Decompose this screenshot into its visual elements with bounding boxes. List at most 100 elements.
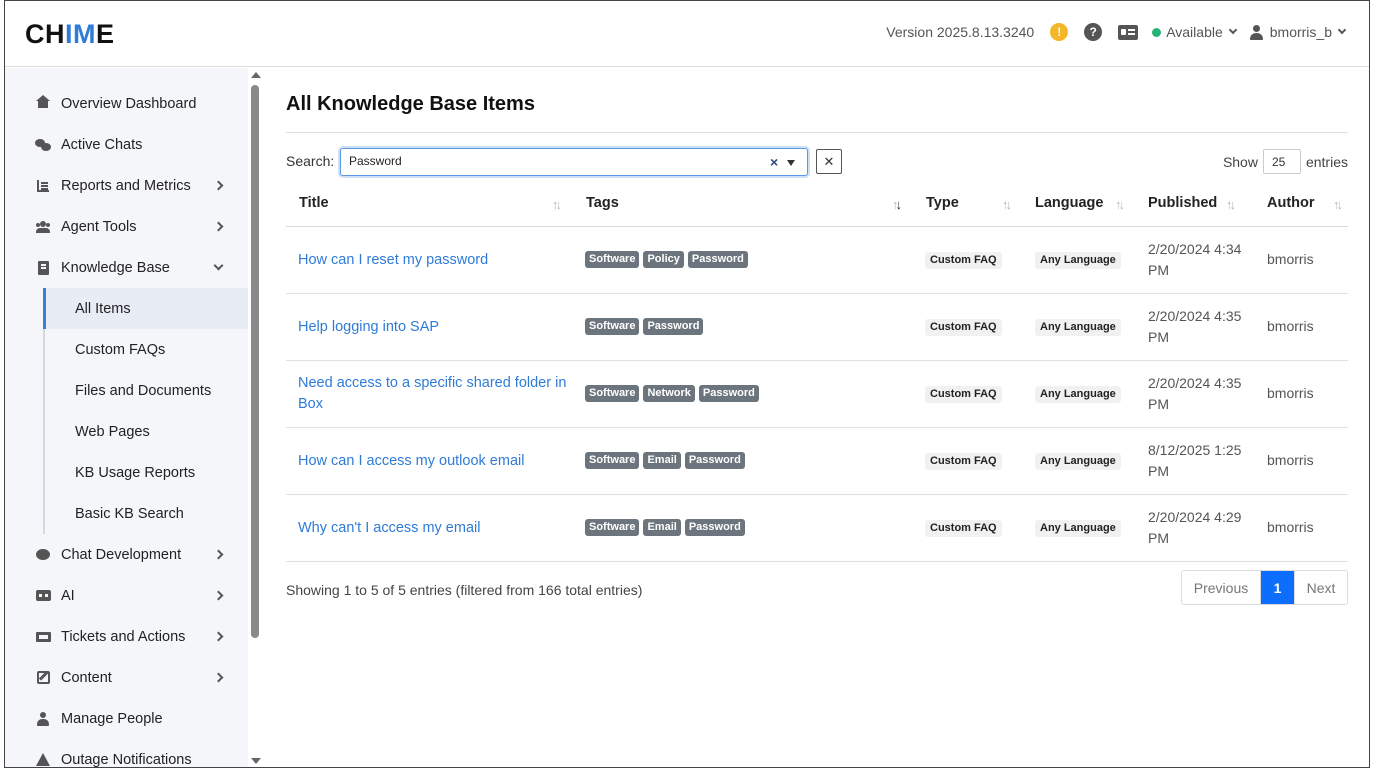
clear-selection-icon[interactable]: × [770,154,778,170]
sidebar-item-chat-development[interactable]: Chat Development [5,534,248,575]
sort-icon[interactable]: ↑↓ [1226,197,1236,212]
chat-icon [35,137,51,153]
column-header-author[interactable]: Author [1267,195,1315,211]
type-badge: Custom FAQ [925,386,1002,403]
tag-list: Software Password [585,318,707,335]
type-badge: Custom FAQ [925,319,1002,336]
app-window: CHIME Version 2025.8.13.3240 ! ? Availab… [4,0,1370,768]
tag-badge: Software [585,251,640,268]
status-dot-icon [1152,27,1162,37]
kb-item-link[interactable]: How can I reset my password [298,250,568,271]
kb-item-link[interactable]: Why can't I access my email [298,518,568,539]
version-label: Version 2025.8.13.3240 [886,24,1035,40]
users-icon [35,219,51,235]
type-badge: Custom FAQ [925,453,1002,470]
sidebar-item-ai[interactable]: AI [5,575,248,616]
chevron-right-icon [213,221,224,232]
sort-desc-icon[interactable]: ↑↓ [892,197,902,212]
page-length-control: Show 25 entries [1223,149,1348,174]
status-dropdown[interactable]: Available [1152,24,1237,40]
tag-badge: Email [643,519,681,536]
bar-chart-icon [35,178,51,194]
author-name: bmorris [1267,318,1314,334]
chevron-down-icon [1337,25,1347,35]
column-header-type[interactable]: Type [926,195,959,211]
chevron-down-icon [213,260,224,271]
kb-item-link[interactable]: Help logging into SAP [298,317,568,338]
sidebar-subitem-all-items[interactable]: All Items [43,288,248,329]
sidebar-subitem-basic-kb-search[interactable]: Basic KB Search [43,493,248,534]
page-1-button[interactable]: 1 [1261,571,1294,604]
chime-logo[interactable]: CHIME [25,19,115,50]
column-header-published[interactable]: Published [1148,195,1217,211]
sort-icon[interactable]: ↑↓ [1002,197,1012,212]
pagination: Previous 1 Next [1181,570,1348,605]
tag-badge: Software [585,519,640,536]
author-name: bmorris [1267,385,1314,401]
sidebar-subitem-files-and-documents[interactable]: Files and Documents [43,370,248,411]
sidebar-item-knowledge-base[interactable]: Knowledge Base [5,247,248,288]
sidebar-item-active-chats[interactable]: Active Chats [5,124,248,165]
tag-badge: Password [698,385,759,402]
tag-badge: Network [643,385,695,402]
sidebar-item-overview-dashboard[interactable]: Overview Dashboard [5,83,248,124]
scroll-up-icon[interactable] [251,72,261,78]
table-row: Help logging into SAP Software Password … [286,294,1348,361]
tag-badge: Password [684,519,745,536]
sidebar-item-agent-tools[interactable]: Agent Tools [5,206,248,247]
published-date: 2/20/2024 4:35 PM [1148,308,1242,345]
tag-badge: Policy [643,251,684,268]
sidebar-item-manage-people[interactable]: Manage People [5,698,248,739]
clear-search-button[interactable]: ✕ [816,149,842,174]
table-row: Need access to a specific shared folder … [286,361,1348,428]
tag-badge: Software [585,385,640,402]
scrollbar-thumb[interactable] [251,85,259,638]
user-menu[interactable]: bmorris_b [1249,24,1347,40]
divider [286,132,1348,133]
tag-badge: Password [643,318,704,335]
sort-icon[interactable]: ↑↓ [1333,197,1343,212]
language-badge: Any Language [1035,453,1121,470]
table-row: How can I access my outlook email Softwa… [286,428,1348,495]
column-header-title[interactable]: Title [299,195,329,211]
sort-icon[interactable]: ↑↓ [1115,197,1125,212]
user-icon [1249,24,1263,40]
table-row: How can I reset my password Software Pol… [286,227,1348,294]
sidebar-subitem-custom-faqs[interactable]: Custom FAQs [43,329,248,370]
search-select[interactable]: × [340,148,808,176]
chevron-right-icon [213,549,224,560]
column-header-tags[interactable]: Tags [586,195,619,211]
search-label: Search: [286,153,335,169]
help-icon[interactable]: ? [1084,23,1103,41]
tag-badge: Software [585,318,640,335]
scroll-down-icon[interactable] [251,758,261,764]
chevron-right-icon [213,590,224,601]
kb-item-link[interactable]: How can I access my outlook email [298,451,568,472]
author-name: bmorris [1267,251,1314,267]
previous-page-button[interactable]: Previous [1182,571,1261,604]
tag-list: Software Network Password [585,385,763,402]
tag-badge: Email [643,452,681,469]
sidebar-subitem-web-pages[interactable]: Web Pages [43,411,248,452]
table-info: Showing 1 to 5 of 5 entries (filtered fr… [286,582,643,598]
search-input[interactable] [349,154,749,168]
sidebar-item-content[interactable]: Content [5,657,248,698]
kb-item-link[interactable]: Need access to a specific shared folder … [298,373,568,415]
sidebar-item-tickets-and-actions[interactable]: Tickets and Actions [5,616,248,657]
language-badge: Any Language [1035,386,1121,403]
id-card-icon[interactable] [1118,24,1139,40]
close-icon: ✕ [823,153,835,169]
status-label: Available [1166,24,1223,40]
sidebar-item-outage-notifications[interactable]: Outage Notifications [5,739,248,767]
next-page-button[interactable]: Next [1294,571,1347,604]
sort-icon[interactable]: ↑↓ [552,197,562,212]
sidebar: Overview Dashboard Active Chats Reports … [5,68,248,767]
warning-icon[interactable]: ! [1050,23,1069,41]
type-badge: Custom FAQ [925,520,1002,537]
column-header-language[interactable]: Language [1035,195,1103,211]
language-badge: Any Language [1035,520,1121,537]
dropdown-caret-icon[interactable] [787,160,795,166]
page-length-select[interactable]: 25 [1262,149,1301,174]
sidebar-item-reports-and-metrics[interactable]: Reports and Metrics [5,165,248,206]
sidebar-subitem-kb-usage-reports[interactable]: KB Usage Reports [43,452,248,493]
